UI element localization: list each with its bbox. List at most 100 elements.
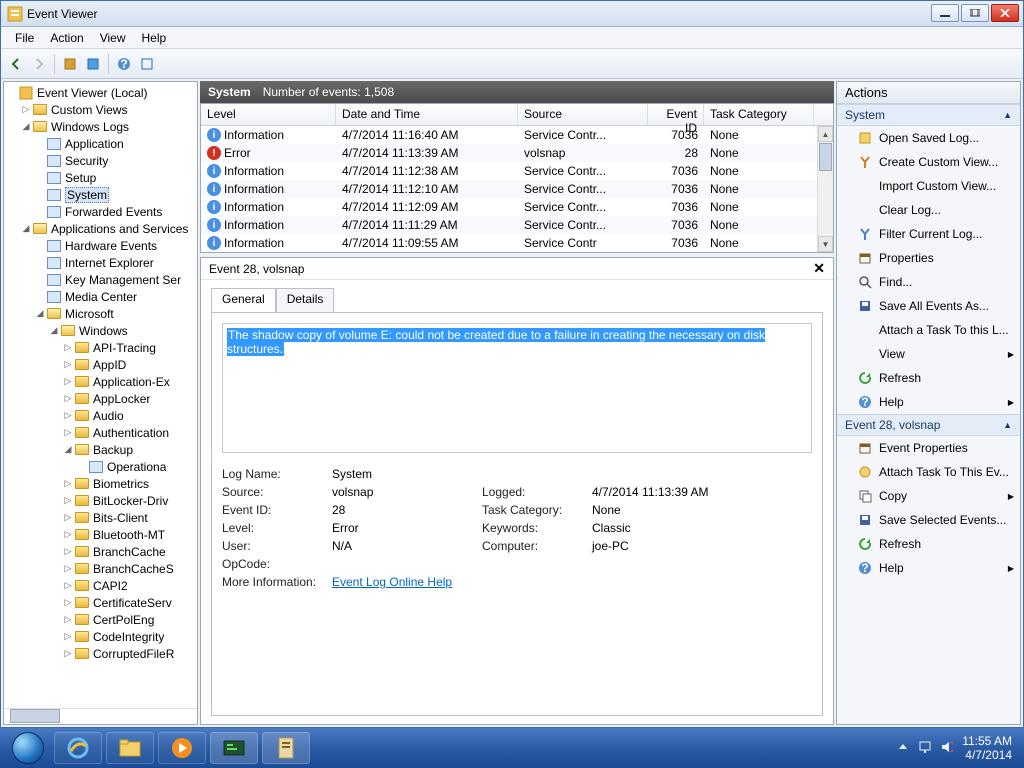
table-row[interactable]: !Error 4/7/2014 11:13:39 AM volsnap 28 N… (201, 144, 833, 162)
tree-node[interactable]: Media Center (4, 288, 197, 305)
tree-node[interactable]: ▷ CAPI2 (4, 577, 197, 594)
taskbar-mediaplayer[interactable] (158, 732, 206, 764)
taskbar-app[interactable] (210, 732, 258, 764)
expand-icon[interactable]: ◢ (34, 308, 46, 319)
expand-icon[interactable]: ▷ (62, 563, 74, 574)
tree-node[interactable]: Operationa (4, 458, 197, 475)
expand-icon[interactable]: ▷ (62, 597, 74, 608)
maximize-button[interactable] (961, 4, 989, 22)
action-item[interactable]: Filter Current Log... (837, 222, 1020, 246)
expand-icon[interactable]: ▷ (62, 648, 74, 659)
table-row[interactable]: iInformation 4/7/2014 11:16:40 AM Servic… (201, 126, 833, 144)
tree-node[interactable]: ▷ Bluetooth-MT (4, 526, 197, 543)
event-message[interactable]: The shadow copy of volume E: could not b… (222, 323, 812, 453)
table-row[interactable]: iInformation 4/7/2014 11:12:10 AM Servic… (201, 180, 833, 198)
action-item[interactable]: Open Saved Log... (837, 126, 1020, 150)
tree-node[interactable]: System (4, 186, 197, 203)
expand-icon[interactable]: ▷ (62, 410, 74, 421)
scroll-up-icon[interactable]: ▲ (818, 126, 833, 142)
system-tray[interactable]: 11:55 AM 4/7/2014 (896, 734, 1018, 762)
tree-node[interactable]: ▷ CorruptedFileR (4, 645, 197, 662)
tree-node[interactable]: ◢ Windows Logs (4, 118, 197, 135)
expand-icon[interactable]: ▷ (62, 478, 74, 489)
action-item[interactable]: Attach Task To This Ev... (837, 460, 1020, 484)
expand-icon[interactable]: ▷ (20, 104, 32, 115)
tree-node[interactable]: Application (4, 135, 197, 152)
table-row[interactable]: iInformation 4/7/2014 11:09:55 AM Servic… (201, 234, 833, 252)
tree-node[interactable]: Event Viewer (Local) (4, 84, 197, 101)
tree-node[interactable]: ◢ Windows (4, 322, 197, 339)
close-button[interactable] (991, 4, 1019, 22)
tree-node[interactable]: Setup (4, 169, 197, 186)
tool-icon[interactable] (59, 53, 81, 75)
tree-node[interactable]: ▷ AppID (4, 356, 197, 373)
navigation-tree[interactable]: Event Viewer (Local) ▷ Custom Views ◢ Wi… (3, 81, 198, 725)
expand-icon[interactable]: ▷ (62, 359, 74, 370)
action-item[interactable]: Find... (837, 270, 1020, 294)
action-item[interactable]: Refresh (837, 532, 1020, 556)
tree-node[interactable]: ▷ Audio (4, 407, 197, 424)
titlebar[interactable]: Event Viewer (1, 1, 1023, 27)
tree-node[interactable]: ▷ Biometrics (4, 475, 197, 492)
tree-node[interactable]: ▷ CodeIntegrity (4, 628, 197, 645)
table-row[interactable]: iInformation 4/7/2014 11:11:29 AM Servic… (201, 216, 833, 234)
action-item[interactable]: Save All Events As... (837, 294, 1020, 318)
expand-icon[interactable]: ▷ (62, 529, 74, 540)
online-help-link[interactable]: Event Log Online Help (332, 575, 452, 589)
tool-icon[interactable] (136, 53, 158, 75)
tree-node[interactable]: ▷ Application-Ex (4, 373, 197, 390)
col-source[interactable]: Source (518, 104, 648, 125)
actions-section[interactable]: Event 28, volsnap▲ (837, 414, 1020, 436)
detail-close-button[interactable]: ✕ (813, 260, 825, 277)
action-item[interactable]: Properties (837, 246, 1020, 270)
tree-node[interactable]: Internet Explorer (4, 254, 197, 271)
vertical-scrollbar[interactable]: ▲ ▼ (817, 126, 833, 252)
expand-icon[interactable]: ◢ (62, 444, 74, 455)
tree-node[interactable]: Security (4, 152, 197, 169)
tree-node[interactable]: ▷ AppLocker (4, 390, 197, 407)
expand-icon[interactable]: ◢ (20, 223, 32, 234)
expand-icon[interactable]: ▷ (62, 546, 74, 557)
tree-node[interactable]: ▷ Bits-Client (4, 509, 197, 526)
tree-node[interactable]: ▷ BranchCacheS (4, 560, 197, 577)
expand-icon[interactable]: ▷ (62, 376, 74, 387)
tree-node[interactable]: Hardware Events (4, 237, 197, 254)
tree-node[interactable]: ▷ CertificateServ (4, 594, 197, 611)
tree-node[interactable]: ◢ Microsoft (4, 305, 197, 322)
menu-file[interactable]: File (7, 29, 42, 47)
tree-node[interactable]: ▷ Custom Views (4, 101, 197, 118)
tray-up-icon[interactable] (896, 740, 912, 756)
volume-icon[interactable] (940, 740, 956, 756)
expand-icon[interactable]: ▷ (62, 495, 74, 506)
expand-icon[interactable]: ▷ (62, 512, 74, 523)
tree-node[interactable]: ▷ API-Tracing (4, 339, 197, 356)
expand-icon[interactable]: ◢ (20, 121, 32, 132)
expand-icon[interactable]: ▷ (62, 631, 74, 642)
action-item[interactable]: Clear Log... (837, 198, 1020, 222)
action-item[interactable]: View▶ (837, 342, 1020, 366)
tray-time[interactable]: 11:55 AM (962, 734, 1012, 748)
expand-icon[interactable]: ▷ (62, 614, 74, 625)
taskbar-ie[interactable] (54, 732, 102, 764)
tab-general[interactable]: General (211, 288, 276, 312)
tree-node[interactable]: Key Management Ser (4, 271, 197, 288)
forward-button[interactable] (28, 53, 50, 75)
expand-icon[interactable]: ▷ (62, 342, 74, 353)
action-item[interactable]: Refresh (837, 366, 1020, 390)
event-grid[interactable]: Level Date and Time Source Event ID Task… (200, 103, 834, 253)
tray-date[interactable]: 4/7/2014 (962, 748, 1012, 762)
tree-node[interactable]: ▷ BranchCache (4, 543, 197, 560)
action-item[interactable]: Attach a Task To this L... (837, 318, 1020, 342)
action-item[interactable]: ? Help▶ (837, 390, 1020, 414)
help-icon[interactable]: ? (113, 53, 135, 75)
action-item[interactable]: Import Custom View... (837, 174, 1020, 198)
tab-details[interactable]: Details (276, 288, 335, 312)
action-item[interactable]: Copy▶ (837, 484, 1020, 508)
horizontal-scrollbar[interactable] (4, 708, 197, 724)
taskbar-eventviewer[interactable] (262, 732, 310, 764)
menu-action[interactable]: Action (42, 29, 91, 47)
taskbar-explorer[interactable] (106, 732, 154, 764)
tree-node[interactable]: ◢ Backup (4, 441, 197, 458)
col-date[interactable]: Date and Time (336, 104, 518, 125)
grid-header[interactable]: Level Date and Time Source Event ID Task… (201, 104, 833, 126)
